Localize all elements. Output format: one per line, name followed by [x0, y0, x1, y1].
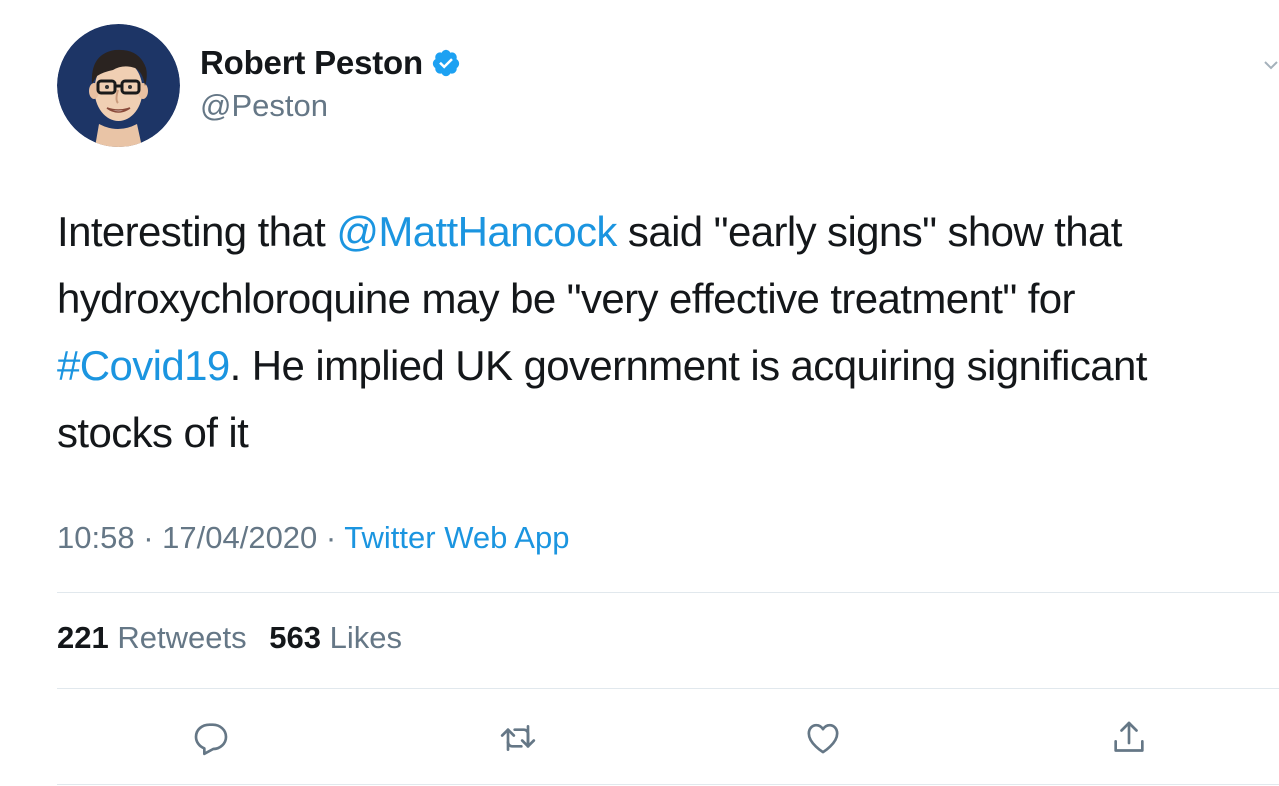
like-button[interactable]: [801, 716, 845, 760]
like-icon: [807, 723, 839, 754]
tweet-text: Interesting that @MattHancock said "earl…: [57, 198, 1257, 466]
share-button[interactable]: [1107, 716, 1151, 760]
likes-stat[interactable]: 563 Likes: [269, 620, 402, 655]
divider: [57, 688, 1279, 689]
meta-separator: ·: [317, 520, 345, 555]
reply-icon: [194, 723, 228, 756]
likes-label: Likes: [329, 620, 402, 655]
author-handle[interactable]: @Peston: [200, 88, 328, 124]
retweet-icon: [500, 725, 536, 751]
display-name[interactable]: Robert Peston: [200, 44, 423, 82]
author-name-row: Robert Peston: [200, 44, 461, 82]
share-icon: [1114, 721, 1144, 752]
tweet-stats: 221 Retweets 563 Likes: [57, 620, 416, 656]
retweet-button[interactable]: [496, 716, 540, 760]
mention-link[interactable]: @MattHancock: [336, 208, 617, 255]
likes-count: 563: [269, 620, 321, 655]
chevron-down-icon[interactable]: [1263, 58, 1279, 74]
tweet-time[interactable]: 10:58: [57, 520, 135, 555]
avatar-illustration: [57, 24, 180, 147]
reply-button[interactable]: [189, 716, 233, 760]
meta-separator: ·: [134, 520, 163, 555]
divider: [57, 784, 1279, 785]
tweet-text-part: Interesting that: [57, 208, 337, 255]
divider: [57, 592, 1279, 593]
hashtag-link[interactable]: #Covid19: [57, 342, 230, 389]
retweets-count: 221: [57, 620, 109, 655]
verified-badge-icon: [431, 48, 461, 78]
retweets-label: Retweets: [117, 620, 247, 655]
tweet-source-link[interactable]: Twitter Web App: [344, 520, 569, 555]
tweet-meta: 10:58 · 17/04/2020 · Twitter Web App: [57, 520, 569, 556]
tweet-date[interactable]: 17/04/2020: [162, 520, 317, 555]
retweets-stat[interactable]: 221 Retweets: [57, 620, 247, 655]
tweet-card: Robert Peston @Peston Interesting that @…: [0, 0, 1279, 786]
avatar[interactable]: [57, 24, 180, 147]
